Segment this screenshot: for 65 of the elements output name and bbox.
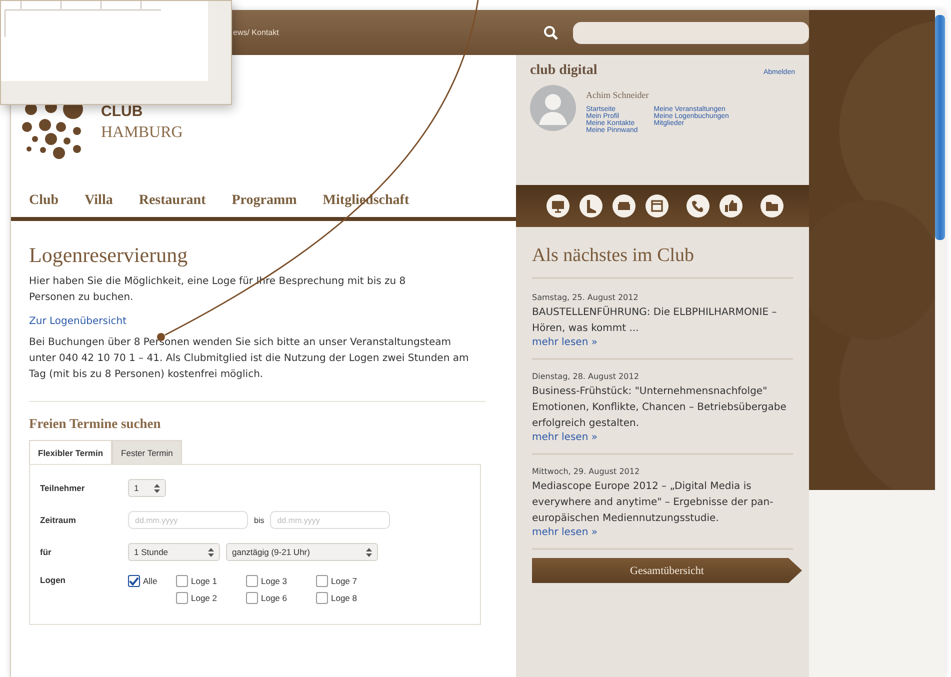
thumbs-up-icon[interactable] bbox=[719, 194, 743, 218]
logo-city-text: HAMBURG bbox=[101, 124, 183, 142]
time-select[interactable]: ganztägig (9-21 Uhr) bbox=[226, 543, 378, 561]
event-title: Mediascope Europe 2012 – „Digital Media is everywhere and anytime" – Ergebnisse der pan-europäischen Mediennutzungsstudie. bbox=[532, 480, 774, 526]
sofa-icon[interactable] bbox=[612, 194, 636, 218]
panel-title: club digital bbox=[530, 63, 598, 79]
checkbox[interactable] bbox=[176, 592, 188, 604]
logo-club-text: CLUB bbox=[101, 103, 144, 120]
read-more-link[interactable]: mehr lesen » bbox=[532, 527, 793, 538]
nav-item[interactable]: Villa bbox=[84, 193, 113, 209]
event-date: Samstag, 25. August 2012 bbox=[532, 293, 640, 302]
shoe-icon[interactable] bbox=[579, 194, 603, 218]
read-more-link[interactable]: mehr lesen » bbox=[532, 337, 793, 348]
duration-select[interactable]: 1 Stunde bbox=[128, 543, 220, 561]
events-title: Als nächstes im Club bbox=[532, 245, 793, 279]
overview-button[interactable]: Gesamtübersicht bbox=[532, 558, 802, 583]
checkbox-label: Loge 8 bbox=[331, 593, 357, 603]
checkbox[interactable] bbox=[246, 592, 258, 604]
date-from-field[interactable]: dd.mm.yyyy bbox=[128, 511, 248, 529]
tab[interactable]: Flexibler Termin bbox=[29, 440, 112, 464]
checkbox[interactable] bbox=[176, 575, 188, 587]
checkbox[interactable] bbox=[316, 592, 328, 604]
nav-item[interactable]: Club bbox=[29, 193, 59, 209]
nav-item[interactable]: Restaurant bbox=[138, 193, 206, 209]
presentation-icon[interactable] bbox=[546, 194, 570, 218]
field-label: für bbox=[40, 547, 52, 557]
checkbox-label: Loge 3 bbox=[261, 576, 287, 586]
info-text: Bei Buchungen über 8 Personen wenden Sie sich bitte an unser Veranstaltungsteam unter 040 42 10 70 1 – 41. Als Clubmitglied ist die Nutzung der Logen zwei Stunden am Tag (mit bis zu 8 Personen) kostenfrei möglich. bbox=[29, 336, 470, 382]
field-label: Teilnehmer bbox=[40, 483, 86, 493]
up-down-arrow-icon bbox=[208, 548, 214, 556]
checkbox-label: Loge 1 bbox=[191, 576, 217, 586]
checkbox[interactable] bbox=[316, 575, 328, 587]
calendar-icon[interactable] bbox=[645, 194, 669, 218]
tab[interactable]: Fester Termin bbox=[112, 440, 182, 464]
checkbox-label: Loge 7 bbox=[331, 576, 357, 586]
checkbox-label: Alle bbox=[143, 576, 158, 586]
user-name: Achim Schneider bbox=[586, 90, 649, 100]
checkbox-label: Loge 6 bbox=[261, 593, 287, 603]
date-to-field[interactable]: dd.mm.yyyy bbox=[270, 511, 390, 529]
up-down-arrow-icon bbox=[366, 548, 372, 556]
page-title: Logenreservierung bbox=[29, 243, 189, 268]
event-title: BAUSTELLENFÜHRUNG: Die ELBPHILHARMONIE – Hören, was kommt ... bbox=[532, 305, 778, 336]
search-field[interactable] bbox=[573, 22, 809, 44]
nav-item[interactable]: Programm bbox=[232, 193, 297, 209]
checkmark-icon bbox=[129, 576, 139, 586]
search-icon[interactable] bbox=[543, 24, 559, 40]
avatar-icon bbox=[530, 85, 576, 131]
field-label: Zeitraum bbox=[40, 515, 77, 525]
event-date: Mittwoch, 29. August 2012 bbox=[532, 467, 641, 476]
field-label: Logen bbox=[40, 575, 66, 585]
separator-text: bis bbox=[254, 516, 264, 524]
section-title: Freien Termine suchen bbox=[29, 416, 162, 432]
phone-icon[interactable] bbox=[686, 194, 710, 218]
event-date: Dienstag, 28. August 2012 bbox=[532, 372, 640, 381]
overview-link[interactable]: Zur Logenübersicht bbox=[29, 316, 127, 327]
breadcrumb[interactable]: ews/ Kontakt bbox=[233, 28, 516, 37]
scrollbar[interactable] bbox=[935, 15, 945, 240]
event-title: Business-Frühstück: "Unternehmensnachfolge" Emotionen, Konflikte, Chancen – Betriebsübergabe erfolgreich gestalten. bbox=[532, 385, 788, 431]
participants-select[interactable]: 1 bbox=[128, 479, 166, 497]
checkbox[interactable] bbox=[128, 575, 140, 587]
folder-icon[interactable] bbox=[760, 194, 784, 218]
checkbox-label: Loge 2 bbox=[191, 593, 217, 603]
read-more-link[interactable]: mehr lesen » bbox=[532, 432, 793, 443]
up-down-arrow-icon bbox=[154, 484, 160, 492]
checkbox[interactable] bbox=[246, 575, 258, 587]
